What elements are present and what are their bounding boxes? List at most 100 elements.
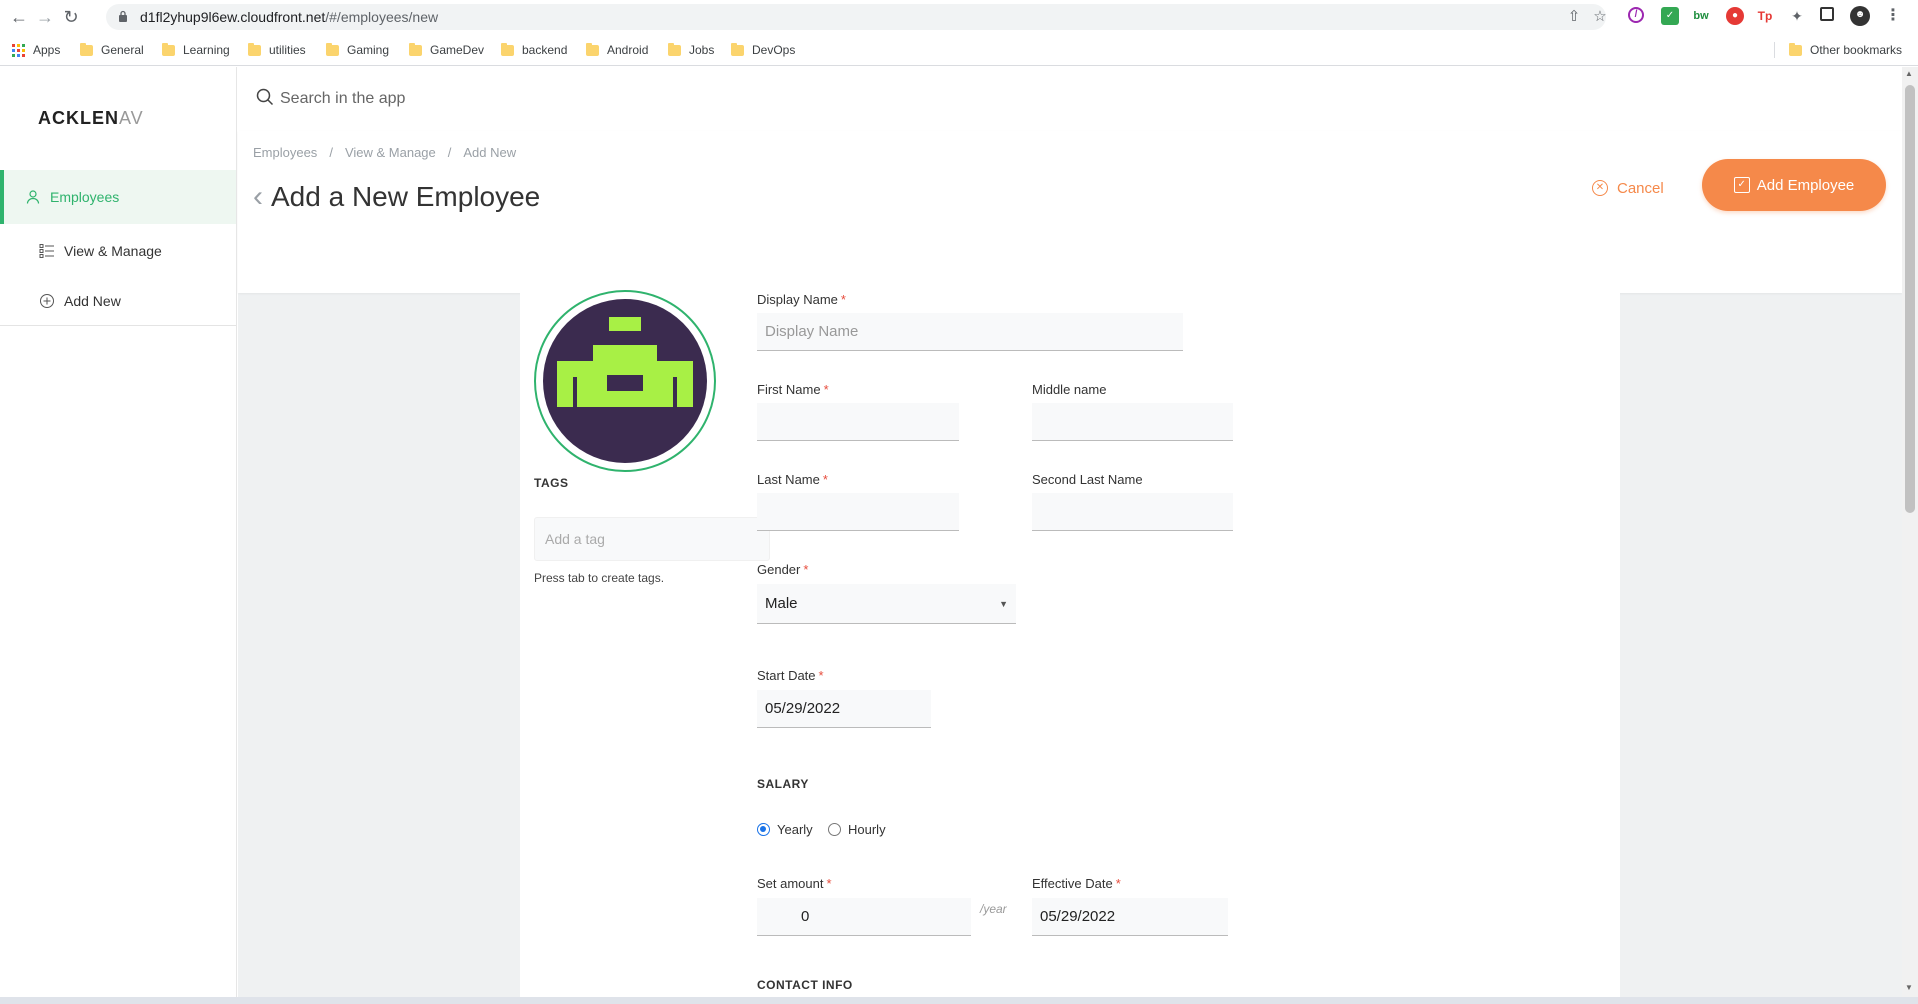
avatar[interactable] (534, 290, 716, 472)
folder-icon (1789, 42, 1802, 56)
bookmark-folder[interactable]: utilities (248, 42, 306, 58)
extensions-puzzle-icon[interactable]: ✦ (1788, 7, 1806, 25)
start-date-label: Start Date * (757, 668, 824, 683)
folder-icon (668, 42, 681, 56)
bookmark-folder[interactable]: Learning (162, 42, 230, 58)
scroll-down-icon[interactable]: ▼ (1905, 983, 1913, 992)
chevron-left-icon[interactable]: ‹ (253, 182, 263, 212)
display-name-field[interactable] (757, 313, 1183, 351)
lock-icon (119, 10, 127, 22)
user-icon (26, 190, 40, 204)
folder-icon (731, 42, 744, 56)
sidebar-item-label: Employees (50, 189, 120, 205)
side-panel-icon[interactable] (1820, 7, 1834, 21)
extension-red-icon[interactable]: ● (1726, 7, 1744, 25)
sidebar-divider (0, 325, 236, 326)
list-icon (39, 244, 54, 258)
tag-input[interactable] (534, 517, 770, 561)
search-input[interactable] (280, 86, 1450, 112)
tags-label: TAGS (534, 476, 569, 490)
sidebar-item-label: View & Manage (64, 243, 162, 259)
bookmarks-bar: Apps General Learning utilities Gaming G… (0, 34, 1918, 66)
salary-amount-field[interactable] (757, 898, 971, 936)
breadcrumb-separator: / (447, 145, 452, 160)
sidebar-item-employees[interactable]: Employees (0, 170, 236, 224)
bookmark-folder[interactable]: General (80, 42, 144, 58)
middle-name-label: Middle name (1032, 382, 1107, 397)
bookmark-other[interactable]: Other bookmarks (1774, 42, 1902, 58)
pixel-invader-icon (543, 299, 707, 463)
middle-name-field[interactable] (1032, 403, 1233, 441)
last-name-field[interactable] (757, 493, 959, 531)
radio-unchecked-icon (828, 823, 841, 836)
bookmark-folder[interactable]: DevOps (731, 42, 795, 58)
app-root: ACKLENAV Employees View & Manage Add New… (0, 67, 1918, 997)
share-icon[interactable]: ⇧ (1566, 9, 1582, 25)
hourly-label: Hourly (848, 822, 886, 837)
radio-checked-icon (757, 823, 770, 836)
search-icon (256, 88, 274, 106)
effective-date-field[interactable] (1032, 898, 1228, 936)
profile-avatar-icon[interactable]: ☻ (1850, 6, 1870, 26)
back-arrow-icon[interactable]: ← (8, 6, 30, 28)
search-bar (238, 67, 1902, 131)
sidebar: ACKLENAV Employees View & Manage Add New (0, 67, 237, 997)
bookmark-star-icon[interactable]: ☆ (1592, 9, 1608, 25)
close-circle-icon: ✕ (1592, 180, 1608, 196)
employee-form-card: TAGS Press tab to create tags. Display N… (520, 262, 1620, 997)
sidebar-item-add-new[interactable]: Add New (0, 274, 236, 328)
folder-icon (501, 42, 514, 56)
app-logo[interactable]: ACKLENAV (38, 108, 144, 129)
checkbox-icon: ✓ (1733, 177, 1750, 193)
plus-circle-icon (40, 294, 54, 308)
extension-tp-icon[interactable]: Tp (1756, 7, 1774, 25)
bookmark-apps[interactable]: Apps (12, 42, 60, 58)
extension-shield-icon[interactable]: ✓ (1661, 7, 1679, 25)
browser-toolbar: ← → ↻ d1fl2yhup9l6ew.cloudfront.net/#/em… (0, 0, 1918, 34)
address-bar[interactable]: d1fl2yhup9l6ew.cloudfront.net/#/employee… (106, 4, 1608, 30)
yearly-radio[interactable]: Yearly (757, 822, 813, 837)
bottom-strip (0, 997, 1918, 1004)
page-scrollbar[interactable]: ▲ ▼ (1902, 67, 1918, 997)
start-date-field[interactable] (757, 690, 931, 728)
contact-info-section-title: CONTACT INFO (757, 978, 853, 992)
extension-bw-icon[interactable]: bw (1692, 7, 1710, 25)
bookmark-folder[interactable]: Android (586, 42, 648, 58)
scrollbar-thumb[interactable] (1905, 85, 1915, 513)
menu-dots-icon[interactable]: ⋮ (1884, 7, 1902, 25)
effective-date-label: Effective Date * (1032, 876, 1121, 891)
set-amount-label: Set amount * (757, 876, 832, 891)
folder-icon (586, 42, 599, 56)
first-name-field[interactable] (757, 403, 959, 441)
breadcrumb-item-add-new: Add New (463, 145, 517, 160)
display-name-label: Display Name * (757, 292, 846, 307)
bookmark-folder[interactable]: Gaming (326, 42, 389, 58)
folder-icon (409, 42, 422, 56)
sidebar-item-label: Add New (64, 293, 121, 309)
page-title: Add a New Employee (271, 181, 541, 212)
second-last-name-field[interactable] (1032, 493, 1233, 531)
breadcrumb-separator: / (329, 145, 333, 160)
reload-icon[interactable]: ↻ (60, 6, 82, 28)
bookmark-folder[interactable]: Jobs (668, 42, 714, 58)
add-employee-button[interactable]: ✓ Add Employee (1702, 159, 1886, 211)
bookmark-folder[interactable]: GameDev (409, 42, 484, 58)
folder-icon (326, 42, 339, 56)
cancel-button[interactable]: ✕ Cancel (1592, 176, 1664, 200)
per-year-unit: /year (980, 902, 1007, 916)
first-name-label: First Name * (757, 382, 829, 397)
cancel-label: Cancel (1617, 179, 1664, 197)
sidebar-item-view-manage[interactable]: View & Manage (0, 224, 236, 278)
extension-block-icon[interactable]: / (1628, 7, 1644, 23)
last-name-label: Last Name * (757, 472, 828, 487)
add-employee-label: Add Employee (1756, 176, 1855, 194)
gender-select[interactable]: Male ▼ (757, 584, 1016, 624)
bookmark-folder[interactable]: backend (501, 42, 567, 58)
breadcrumb-item-employees[interactable]: Employees (253, 145, 317, 160)
breadcrumb: Employees / View & Manage / Add New (253, 145, 516, 160)
scroll-up-icon[interactable]: ▲ (1905, 69, 1913, 78)
hourly-radio[interactable]: Hourly (828, 822, 886, 837)
apps-grid-icon (12, 43, 25, 57)
forward-arrow-icon[interactable]: → (34, 6, 56, 28)
breadcrumb-item-view-manage[interactable]: View & Manage (345, 145, 436, 160)
